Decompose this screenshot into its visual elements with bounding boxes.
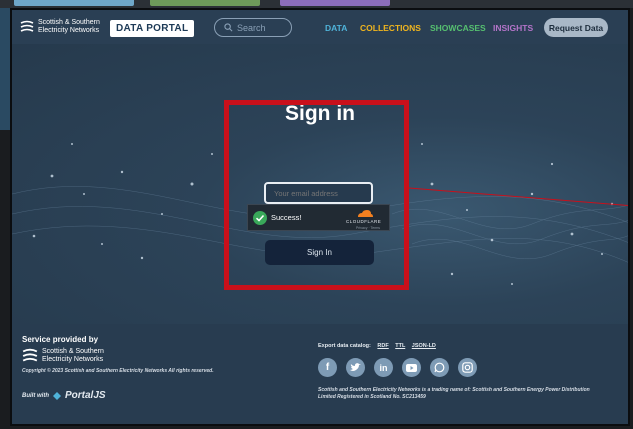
legal-text: Scottish and Southern Electricity Networ…	[318, 387, 590, 400]
instagram-icon[interactable]	[458, 358, 477, 377]
youtube-icon[interactable]	[402, 358, 421, 377]
portaljs-name: PortalJS	[65, 390, 106, 401]
ssen-logo-icon	[22, 348, 38, 362]
annotation-pointer-line	[409, 187, 628, 207]
built-with-label: Built with	[22, 392, 49, 399]
brand-name: Scottish & Southern Electricity Networks	[38, 19, 100, 34]
export-catalog: Export data catalog: RDF TTL JSON-LD	[318, 343, 436, 349]
footer-brand-logo[interactable]: Scottish & Southern Electricity Networks	[22, 348, 104, 364]
thumbnail-2	[150, 0, 260, 6]
nav-link-data[interactable]: DATA	[325, 23, 347, 33]
thumbnail-3	[280, 0, 390, 6]
data-portal-badge[interactable]: DATA PORTAL	[110, 20, 195, 37]
service-provided-title: Service provided by	[22, 335, 99, 344]
export-jsonld-link[interactable]: JSON-LD	[412, 343, 436, 349]
export-label: Export data catalog:	[318, 343, 371, 349]
nav-link-showcases[interactable]: SHOWCASES	[430, 23, 486, 33]
annotation-highlight-box	[224, 100, 409, 290]
search-placeholder: Search	[237, 22, 266, 33]
brand-logo[interactable]: Scottish & Southern Electricity Networks	[20, 19, 100, 35]
portaljs-logo-icon	[53, 391, 61, 400]
social-links: f in	[318, 358, 477, 377]
footer-brand-name: Scottish & Southern Electricity Networks	[42, 348, 104, 363]
top-navbar: Scottish & Southern Electricity Networks…	[12, 10, 628, 44]
request-data-button[interactable]: Request Data	[544, 18, 608, 37]
browser-window: Scottish & Southern Electricity Networks…	[10, 8, 630, 426]
background-window-edge	[0, 8, 10, 130]
search-icon	[224, 23, 233, 32]
thumbnail-1	[14, 0, 134, 6]
built-with[interactable]: Built with PortalJS	[22, 390, 106, 401]
export-rdf-link[interactable]: RDF	[377, 343, 388, 349]
search-box[interactable]: Search	[214, 18, 292, 37]
nav-link-collections[interactable]: COLLECTIONS	[360, 23, 421, 33]
footer: Service provided by Scottish & Southern …	[12, 324, 628, 424]
nav-link-insights[interactable]: INSIGHTS	[493, 23, 533, 33]
export-ttl-link[interactable]: TTL	[395, 343, 405, 349]
whatsapp-icon[interactable]	[430, 358, 449, 377]
copyright-text: Copyright © 2023 Scottish and Southern E…	[22, 368, 214, 374]
twitter-icon[interactable]	[346, 358, 365, 377]
linkedin-icon[interactable]: in	[374, 358, 393, 377]
ssen-logo-icon	[20, 20, 34, 32]
facebook-icon[interactable]: f	[318, 358, 337, 377]
background-window-strip	[0, 0, 633, 8]
